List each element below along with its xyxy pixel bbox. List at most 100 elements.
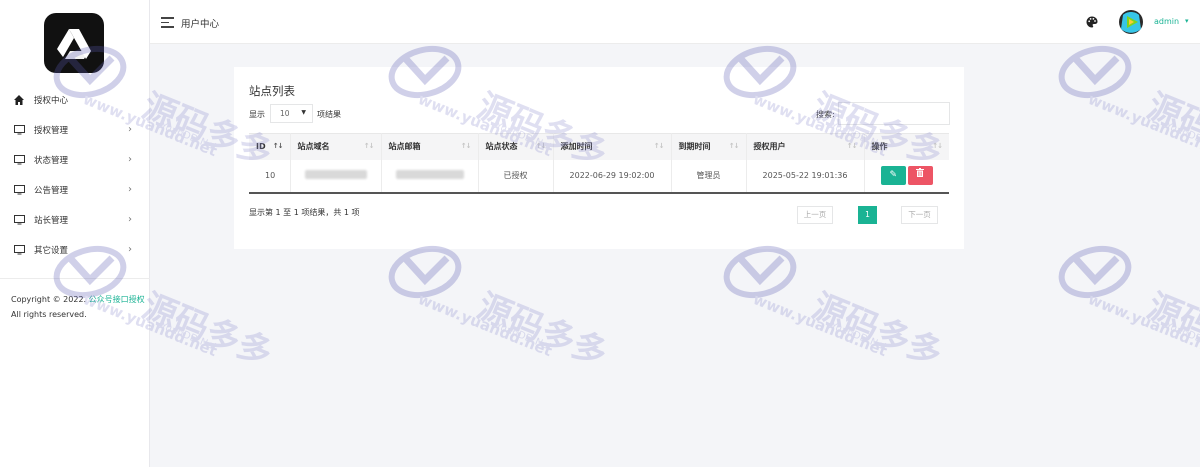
search-label: 搜索: (816, 110, 835, 119)
column-header-id[interactable]: ID ↑↓ (249, 133, 291, 160)
sort-icon: ↑↓ (272, 142, 284, 150)
watermark-en: YuanDD.Net (158, 320, 219, 353)
column-header-status[interactable]: 站点状态 ↑↓ (478, 133, 554, 160)
sidebar-item-status-manage[interactable]: 状态管理 › (0, 145, 150, 175)
copyright-link[interactable]: 公众号接口授权 (89, 295, 145, 304)
watermark-en: YuanDD.Net (828, 320, 889, 353)
sort-icon: ↑↓ (728, 142, 740, 150)
sidebar-item-webmaster-manage[interactable]: 站长管理 › (0, 205, 150, 235)
sidebar-item-auth-manage[interactable]: 授权管理 › (0, 115, 150, 145)
pagination-next[interactable]: 下一页 (901, 206, 938, 224)
watermark-url: www.yuandd.net (1086, 90, 1200, 160)
watermark-url: www.yuandd.net (1086, 290, 1200, 360)
cell-email-redacted (381, 159, 479, 194)
chevron-right-icon: › (128, 124, 132, 135)
watermark-cn: 源码多多 (472, 286, 613, 374)
sidebar-item-label: 状态管理 (34, 156, 69, 166)
table-header-row: ID ↑↓ 站点域名 ↑↓ 站点邮箱 ↑↓ 站点状态 ↑↓ 添加时间 ↑↓ 到期时间 ↑↓ … (249, 133, 949, 160)
sort-icon: ↑↓ (653, 142, 665, 150)
monitor-icon (13, 124, 25, 136)
sidebar-item-label: 授权管理 (34, 126, 69, 136)
column-header-email[interactable]: 站点邮箱 ↑↓ (381, 133, 479, 160)
page-title: 用户中心 (181, 19, 220, 30)
drive-logo-icon (57, 29, 91, 59)
sort-icon: ↑↓ (460, 142, 472, 150)
cell-expire: 管理员 (671, 159, 747, 194)
column-header-user[interactable]: 授权用户 ↑↓ (746, 133, 865, 160)
copyright-suffix: All rights reserved. (11, 310, 87, 319)
column-header-domain[interactable]: 站点域名 ↑↓ (290, 133, 382, 160)
user-name[interactable]: admin (1154, 17, 1179, 26)
watermark-en: YuanDD.Net (1163, 120, 1200, 153)
watermark-cn: 源码多多 (807, 286, 948, 374)
sidebar-item-label: 授权中心 (34, 96, 69, 106)
column-header-added[interactable]: 添加时间 ↑↓ (553, 133, 672, 160)
watermark-tile: 源码多多 YuanDD.Net www.yuandd.net (723, 245, 948, 374)
watermark-cn: 源码多多 (137, 286, 278, 374)
sidebar-item-label: 公告管理 (34, 186, 69, 196)
watermark-cn: 源码多多 (1142, 86, 1200, 174)
sidebar-item-other-settings[interactable]: 其它设置 › (0, 235, 150, 265)
column-header-actions: 操作 ↑↓ (864, 133, 949, 160)
cell-status: 已授权 (478, 159, 554, 194)
page-length-select[interactable]: 10 ▼ (270, 104, 313, 123)
search-input[interactable] (838, 102, 950, 125)
watermark-tile: 源码多多 YuanDD.Net www.yuandd.net (388, 245, 613, 374)
edit-button[interactable]: ✎ (880, 166, 906, 185)
column-header-expire[interactable]: 到期时间 ↑↓ (671, 133, 747, 160)
length-label: 显示 (249, 110, 265, 119)
page-length-value: 10 (280, 109, 290, 118)
pagination-prev[interactable]: 上一页 (797, 206, 833, 224)
watermark-en: YuanDD.Net (1163, 320, 1200, 353)
pencil-icon: ✎ (889, 170, 898, 180)
sidebar-item-notice-manage[interactable]: 公告管理 › (0, 175, 150, 205)
length-suffix: 项结果 (317, 110, 341, 119)
sidebar-nav: 授权中心 授权管理 › 状态管理 › 公告管理 › 站长管理 › 其它设置 › (0, 85, 150, 265)
cell-added: 2022-06-29 19:02:00 (553, 159, 672, 194)
cell-user: 2025-05-22 19:01:36 (746, 159, 865, 194)
menu-icon[interactable] (161, 17, 174, 28)
monitor-icon (13, 244, 25, 256)
sidebar-item-label: 其它设置 (34, 246, 69, 256)
top-header: 用户中心 admin ▾ (150, 0, 1200, 44)
watermark-en: YuanDD.Net (158, 120, 219, 153)
pagination-current[interactable]: 1 (858, 206, 877, 224)
cell-actions: ✎ (864, 159, 949, 194)
table-info: 显示第 1 至 1 项结果，共 1 项 (249, 208, 360, 217)
caret-down-icon[interactable]: ▾ (1185, 17, 1189, 25)
delete-button[interactable] (907, 166, 933, 185)
site-table: ID ↑↓ 站点域名 ↑↓ 站点邮箱 ↑↓ 站点状态 ↑↓ 添加时间 ↑↓ 到期时间 ↑↓ … (249, 133, 949, 194)
watermark-url: www.yuandd.net (751, 290, 890, 360)
watermark-tile: 源码多多 YuanDD.Net www.yuandd.net (1058, 245, 1200, 374)
copyright-prefix: Copyright © 2022. (11, 295, 87, 304)
chevron-right-icon: › (128, 154, 132, 165)
watermark-tile: 源码多多 YuanDD.Net www.yuandd.net (1058, 45, 1200, 174)
sidebar-divider (0, 278, 150, 279)
sort-icon: ↑↓ (535, 142, 547, 150)
cell-domain-redacted (290, 159, 382, 194)
watermark-en: YuanDD.Net (493, 320, 554, 353)
table-row: 10 已授权 2022-06-29 19:02:00 管理员 2025-05-2… (249, 159, 949, 194)
sidebar-item-auth-center[interactable]: 授权中心 (0, 85, 150, 115)
monitor-icon (13, 214, 25, 226)
avatar[interactable] (1118, 9, 1144, 35)
sort-icon: ↑↓ (846, 142, 858, 150)
site-list-card: 站点列表 显示 10 ▼ 项结果 搜索: ID ↑↓ 站点域名 ↑↓ 站点邮箱 ↑↓ … (234, 67, 964, 249)
monitor-icon (13, 184, 25, 196)
logo[interactable] (44, 13, 104, 73)
cell-id: 10 (249, 159, 291, 194)
card-title: 站点列表 (249, 84, 295, 98)
chevron-right-icon: › (128, 214, 132, 225)
palette-icon[interactable] (1086, 16, 1098, 28)
sort-icon: ↑↓ (363, 142, 375, 150)
watermark-cn: 源码多多 (1142, 286, 1200, 374)
home-icon (13, 94, 25, 106)
sidebar-item-label: 站长管理 (34, 216, 69, 226)
chevron-right-icon: › (128, 244, 132, 255)
trash-icon (916, 168, 925, 180)
sidebar: 授权中心 授权管理 › 状态管理 › 公告管理 › 站长管理 › 其它设置 › … (0, 0, 150, 467)
monitor-icon (13, 154, 25, 166)
copyright: Copyright © 2022. 公众号接口授权 All rights res… (11, 292, 146, 322)
chevron-right-icon: › (128, 184, 132, 195)
caret-down-icon: ▼ (301, 109, 306, 116)
